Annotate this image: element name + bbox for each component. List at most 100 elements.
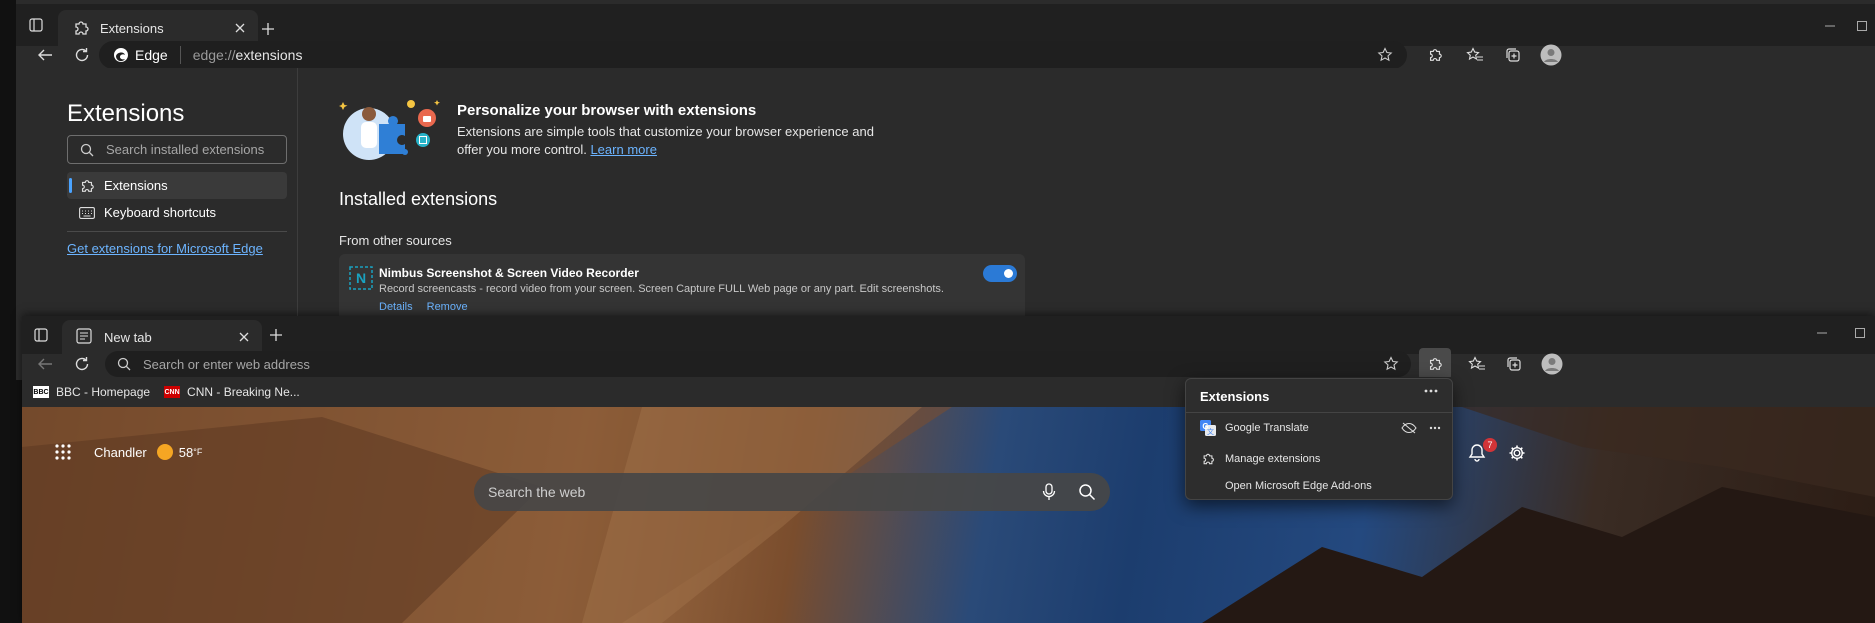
back-button[interactable] [29,348,61,380]
new-tab-button[interactable] [254,15,282,43]
new-tab-page: Chandler 58 °F Search the web 7 [22,407,1875,623]
sidebar-item-keyboard-shortcuts[interactable]: Keyboard shortcuts [67,199,287,226]
more-options-icon[interactable] [1426,419,1444,437]
add-favorite-icon[interactable] [1383,356,1399,372]
hide-from-toolbar-icon[interactable] [1400,419,1418,437]
sun-icon [156,444,173,460]
url-prefix: edge:// [192,47,236,63]
bookmark-cnn[interactable]: CNN CNN - Breaking Ne... [164,385,300,399]
svg-text:N: N [356,270,366,286]
plus-icon [262,23,274,35]
sidebar-item-label: Keyboard shortcuts [104,205,217,220]
profile-button[interactable] [1536,348,1568,380]
microphone-icon[interactable] [1042,483,1056,501]
refresh-icon [75,48,89,62]
popup-item-open-edge-addons[interactable]: Open Microsoft Edge Add-ons [1186,472,1452,499]
collections-icon [1506,48,1520,62]
popup-item-manage-extensions[interactable]: Manage extensions [1186,445,1452,472]
maximize-icon[interactable] [1850,323,1870,343]
popup-item-google-translate[interactable]: G文 Google Translate [1186,414,1452,441]
url-path: extensions [235,47,303,63]
hero-description: Extensions are simple tools that customi… [457,123,897,159]
collections-button[interactable] [1497,39,1529,71]
new-tab-button[interactable] [262,321,290,349]
search-icon[interactable] [1078,483,1096,501]
extensions-button[interactable] [1419,348,1451,380]
puzzle-icon [72,19,90,37]
extension-description: Record screencasts - record video from y… [379,283,944,295]
bookmark-bbc[interactable]: BBC BBC - Homepage [33,385,150,399]
tab-actions-button[interactable] [22,11,50,39]
more-options-icon[interactable] [1424,389,1438,393]
popup-item-label: Google Translate [1225,421,1309,434]
popup-item-label: Manage extensions [1225,452,1321,465]
browser-window-new-tab: New tab Search or enter web address BBC … [22,316,1875,623]
avatar [1541,353,1563,375]
settings-gear-icon[interactable] [1508,444,1526,462]
minimize-icon[interactable] [1820,16,1840,36]
extensions-hero-illustration [339,100,440,160]
tab-actions-icon [29,18,43,32]
search-input[interactable]: Search installed extensions [67,135,287,164]
background-image [22,407,1875,623]
maximize-icon[interactable] [1852,16,1872,36]
details-link[interactable]: Details [379,301,413,313]
puzzle-icon [79,178,95,194]
extension-enable-toggle[interactable] [983,265,1017,282]
search-icon [80,143,94,156]
get-extensions-link[interactable]: Get extensions for Microsoft Edge [67,241,263,256]
installed-extensions-heading: Installed extensions [339,189,498,209]
close-tab-icon[interactable] [230,18,250,38]
refresh-button[interactable] [66,39,98,71]
extensions-popup: Extensions G文 Google Translate Manage ex… [1185,378,1453,500]
weather-widget[interactable]: Chandler 58 °F [94,444,202,460]
remove-link[interactable]: Remove [427,301,468,313]
favorites-icon [1468,356,1485,370]
collections-icon [1507,357,1521,371]
new-tab-page-icon [76,328,94,346]
extensions-button[interactable] [1419,39,1451,71]
google-translate-icon: G文 [1200,419,1216,436]
favorites-icon [1466,47,1483,61]
tab-actions-button[interactable] [27,321,55,349]
ntp-header: Chandler 58 °F [54,443,202,461]
favorites-bar: BBC BBC - Homepage CNN CNN - Breaking Ne… [22,377,1875,407]
sidebar-item-extensions[interactable]: Extensions [67,172,287,199]
site-label: Edge [135,47,168,63]
title-bar: Extensions [16,4,1875,46]
popup-item-label: Open Microsoft Edge Add-ons [1225,479,1372,492]
back-button[interactable] [29,39,61,71]
hero-description-text: Extensions are simple tools that customi… [457,124,874,157]
address-placeholder: Search or enter web address [143,356,310,372]
collections-button[interactable] [1498,348,1530,380]
refresh-button[interactable] [66,348,98,380]
web-search-placeholder: Search the web [488,484,586,500]
divider [67,231,287,232]
favorites-button[interactable] [1461,348,1493,380]
extension-card: N Nimbus Screenshot & Screen Video Recor… [339,254,1025,324]
profile-button[interactable] [1535,39,1567,71]
cnn-favicon-icon: CNN [164,386,181,398]
keyboard-icon [79,205,95,221]
temperature-unit: °F [193,447,203,457]
learn-more-link[interactable]: Learn more [590,142,656,157]
puzzle-icon [1429,358,1442,370]
title-bar: New tab [22,316,1875,354]
apps-grid-icon[interactable] [54,443,72,461]
search-icon [117,357,131,371]
address-bar[interactable]: Edge edge://extensions [99,41,1407,69]
add-favorite-icon[interactable] [1377,47,1393,63]
web-search-box[interactable]: Search the web [474,473,1110,511]
close-tab-icon[interactable] [234,327,254,347]
search-placeholder: Search installed extensions [106,142,265,157]
favorites-button[interactable] [1459,39,1491,71]
divider [1186,412,1452,413]
minimize-icon[interactable] [1812,323,1832,343]
back-arrow-icon [38,358,52,370]
bbc-favicon-icon: BBC [33,386,49,398]
svg-text:文: 文 [1207,427,1214,436]
edge-chip: Edge [113,46,193,64]
popup-title: Extensions [1200,389,1270,404]
weather-location: Chandler [94,444,147,460]
address-bar[interactable]: Search or enter web address [105,351,1411,377]
